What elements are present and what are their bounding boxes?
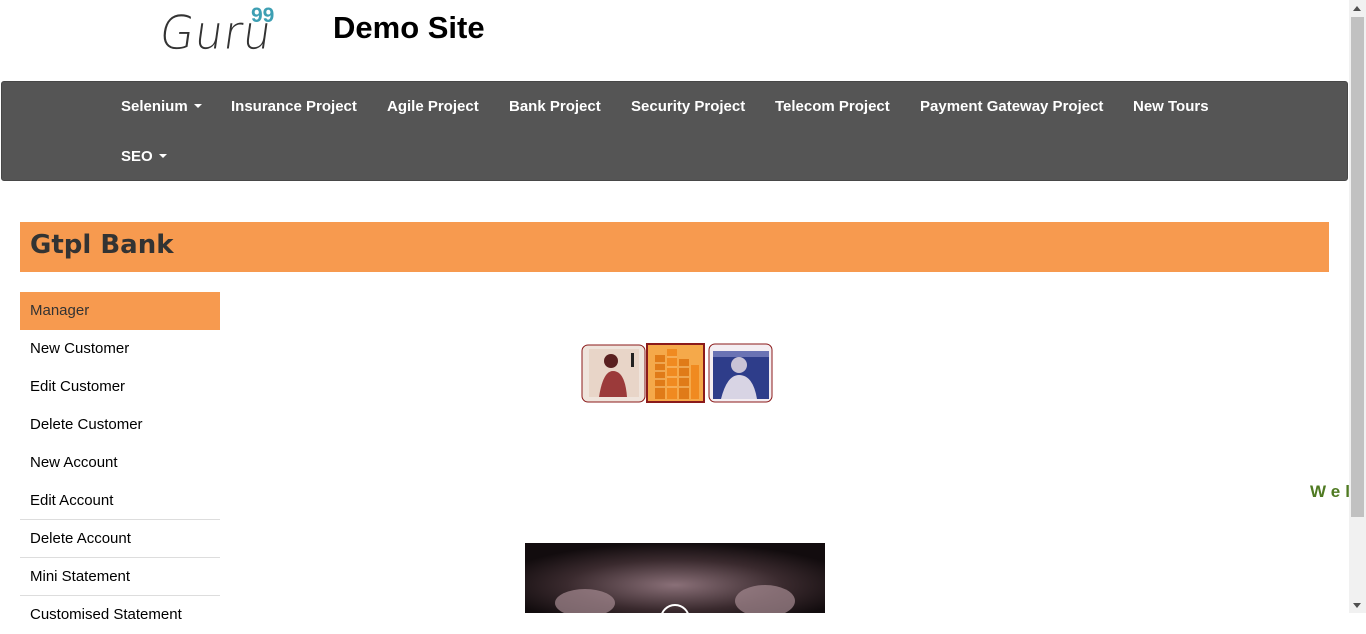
nav-bank-project[interactable]: Bank Project <box>509 98 601 115</box>
bank-title: Gtpl Bank <box>30 230 174 260</box>
caret-down-icon <box>193 104 202 109</box>
banner-graphic <box>581 343 773 403</box>
sidebar-item-mini-statement[interactable]: Mini Statement <box>20 558 220 596</box>
page-scrollbar[interactable] <box>1349 0 1366 613</box>
video-thumbnail[interactable] <box>525 543 825 613</box>
video-frame-graphic <box>525 543 825 613</box>
nav-label: Selenium <box>121 98 188 115</box>
nav-seo[interactable]: SEO <box>121 148 167 165</box>
scroll-down-icon[interactable] <box>1353 603 1361 608</box>
bank-banner-image <box>581 341 773 404</box>
sidebar-item-edit-account[interactable]: Edit Account <box>20 482 220 520</box>
nav-payment-gateway-project[interactable]: Payment Gateway Project <box>920 98 1103 115</box>
nav-insurance-project[interactable]: Insurance Project <box>231 98 357 115</box>
sidebar-item-delete-customer[interactable]: Delete Customer <box>20 406 220 444</box>
logo-superscript: 99 <box>251 4 275 27</box>
bank-header-bar: Gtpl Bank <box>20 222 1329 272</box>
nav-telecom-project[interactable]: Telecom Project <box>775 98 890 115</box>
scroll-up-icon[interactable] <box>1353 6 1361 11</box>
site-title: Demo Site <box>333 10 485 45</box>
nav-new-tours[interactable]: New Tours <box>1133 98 1209 115</box>
sidebar-item-new-customer[interactable]: New Customer <box>20 330 220 368</box>
nav-selenium[interactable]: Selenium <box>121 98 202 115</box>
nav-security-project[interactable]: Security Project <box>631 98 745 115</box>
sidebar-menu: Manager New Customer Edit Customer Delet… <box>20 292 220 634</box>
caret-down-icon <box>158 154 167 159</box>
sidebar-item-new-account[interactable]: New Account <box>20 444 220 482</box>
sidebar-item-manager[interactable]: Manager <box>20 292 220 330</box>
nav-label: SEO <box>121 148 153 165</box>
main-navbar: Selenium Insurance Project Agile Project… <box>1 81 1348 181</box>
nav-agile-project[interactable]: Agile Project <box>387 98 479 115</box>
sidebar-item-edit-customer[interactable]: Edit Customer <box>20 368 220 406</box>
sidebar-item-customised-statement[interactable]: Customised Statement <box>20 596 220 634</box>
sidebar-item-delete-account[interactable]: Delete Account <box>20 520 220 558</box>
scroll-thumb[interactable] <box>1351 17 1364 517</box>
